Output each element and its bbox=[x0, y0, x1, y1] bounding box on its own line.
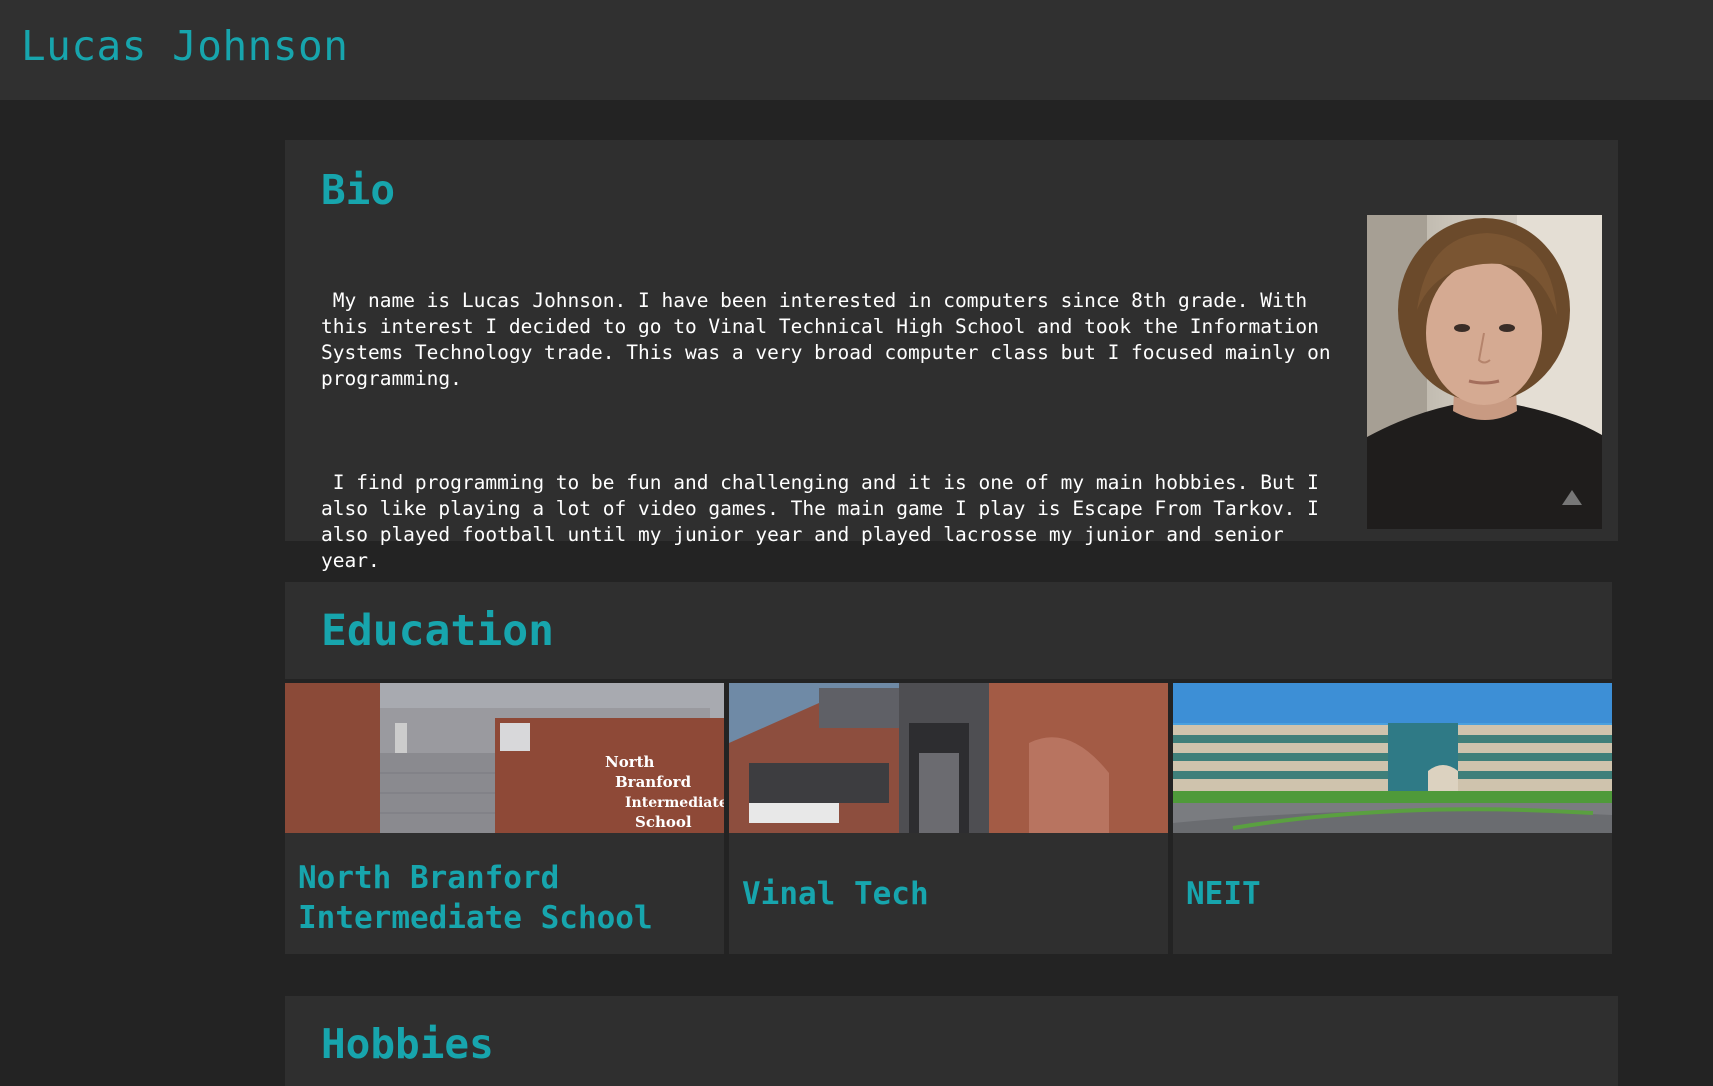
bio-paragraph: I find programming to be fun and challen… bbox=[321, 471, 1331, 572]
portrait-photo bbox=[1367, 215, 1602, 529]
school-card-neit[interactable]: NEIT bbox=[1173, 683, 1612, 954]
school-sign-line: School bbox=[635, 813, 692, 831]
school-photo bbox=[729, 683, 1168, 833]
site-header: Lucas Johnson bbox=[0, 0, 1713, 100]
bio-paragraph: My name is Lucas Johnson. I have been in… bbox=[321, 289, 1343, 390]
bio-heading: Bio bbox=[321, 166, 396, 214]
school-sign-line: North bbox=[605, 753, 655, 771]
site-title: Lucas Johnson bbox=[21, 22, 349, 70]
school-sign-line: Branford bbox=[615, 773, 692, 791]
school-name[interactable]: NEIT bbox=[1186, 874, 1602, 914]
education-heading: Education bbox=[321, 606, 554, 656]
school-photo: North Branford Intermediate School bbox=[285, 683, 724, 833]
school-card-north-branford[interactable]: North Branford Intermediate School North… bbox=[285, 683, 724, 954]
hobbies-section: Hobbies bbox=[285, 996, 1618, 1086]
school-sign-line: Intermediate bbox=[625, 795, 724, 811]
bio-section: Bio My name is Lucas Johnson. I have bee… bbox=[285, 140, 1618, 572]
school-card-vinal-tech[interactable]: Vinal Tech bbox=[729, 683, 1168, 954]
hobbies-heading: Hobbies bbox=[321, 1020, 494, 1068]
school-name[interactable]: Vinal Tech bbox=[742, 874, 1158, 914]
school-photo bbox=[1173, 683, 1612, 833]
education-section: Education bbox=[285, 582, 1612, 679]
school-name[interactable]: North Branford Intermediate School bbox=[298, 858, 714, 938]
